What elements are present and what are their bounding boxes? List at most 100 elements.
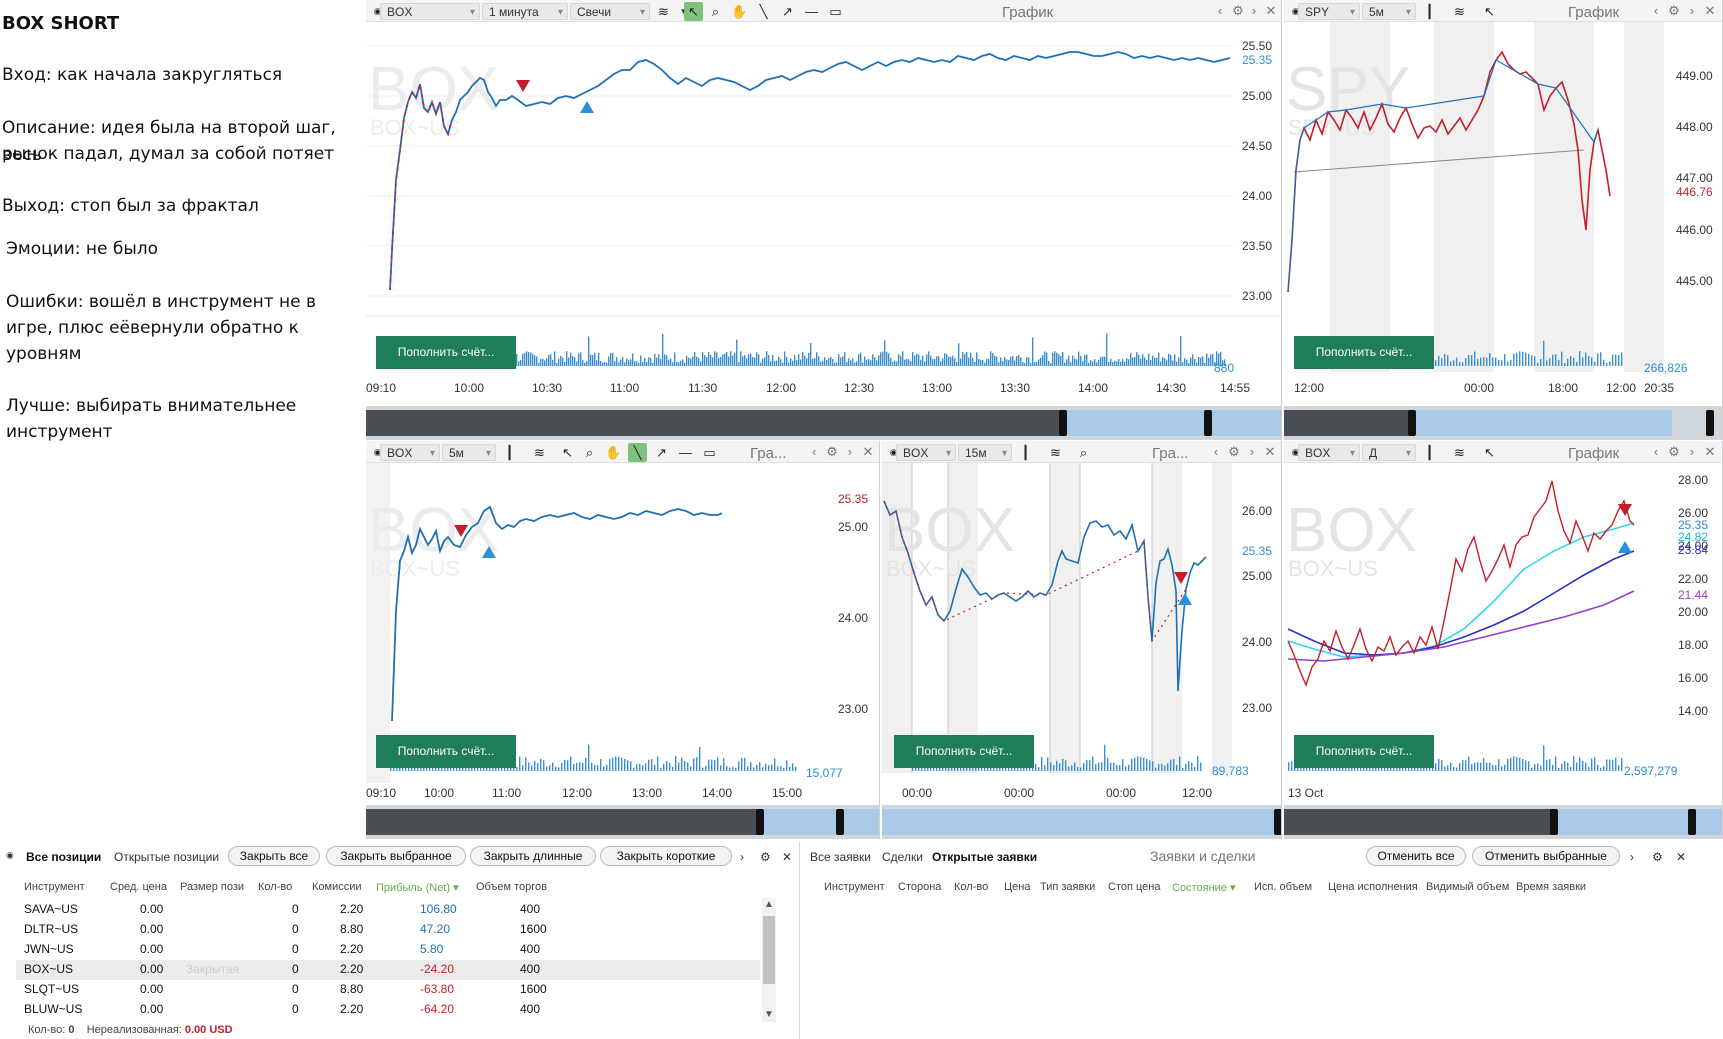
navigator-handle-left[interactable] <box>1059 410 1067 436</box>
volume-bar <box>764 357 766 366</box>
navigator-window[interactable] <box>760 809 879 835</box>
navigator-window[interactable] <box>882 809 1281 835</box>
column-header-qty[interactable]: Кол-во <box>258 881 292 893</box>
navigator-handle-right[interactable] <box>1274 809 1281 835</box>
scroll-up-icon[interactable]: ▲ <box>762 898 776 912</box>
navigator-scrollbar[interactable] <box>1284 406 1722 440</box>
close-short-button[interactable]: Закрыть короткие <box>600 846 732 866</box>
y-tick: 449.00 <box>1676 69 1713 83</box>
chart-canvas[interactable]: BOX BOX~US 25.00 24.00 23.00 25.35 15,07… <box>366 441 880 839</box>
column-header-profit-net[interactable]: Прибыль (Net) ▾ <box>376 881 459 894</box>
column-header-volume[interactable]: Объем торгов <box>476 881 547 893</box>
column-header-commission[interactable]: Комиссии <box>312 881 362 893</box>
navigator-window[interactable] <box>1062 410 1281 436</box>
chart-pane-box-daily[interactable]: ◉ BOX Д ┃ ≋ ↖ График ‹ ⚙ › ✕ BOX BOX~US … <box>1284 441 1723 839</box>
chart-canvas[interactable]: SPY SPY~US 449.00 448.00 447.00 446.00 4… <box>1284 0 1723 440</box>
table-row[interactable] <box>16 900 760 920</box>
column-header-order-type[interactable]: Тип заявки <box>1040 881 1095 893</box>
deposit-button[interactable]: Пополнить счёт... <box>1294 336 1434 369</box>
chart-pane-box-1m[interactable]: ◉ BOX 1 минута Свечи ≋ ▾ ↖ ⌕ ✋ ╲ ↗ — ▭ Г… <box>366 0 1282 440</box>
navigator-scrollbar[interactable] <box>366 805 879 839</box>
navigator-scrollbar[interactable] <box>366 406 1281 440</box>
column-header-side[interactable]: Сторона <box>898 881 941 893</box>
volume-bar <box>1191 762 1193 771</box>
volume-bar <box>783 767 785 771</box>
tab-open-orders[interactable]: Открытые заявки <box>932 850 1037 864</box>
column-header-price[interactable]: Цена <box>1004 881 1030 893</box>
column-header-avg-price[interactable]: Сред. цена <box>110 881 167 893</box>
volume-bar <box>675 756 677 771</box>
deposit-button[interactable]: Пополнить счёт... <box>1294 735 1434 768</box>
y-tick: 445.00 <box>1676 274 1713 288</box>
deposit-button[interactable]: Пополнить счёт... <box>376 336 516 369</box>
x-tick: 13:30 <box>1000 381 1030 395</box>
column-header-instrument[interactable]: Инструмент <box>24 881 85 893</box>
chevron-right-icon[interactable]: › <box>740 850 744 864</box>
navigator-handle-right[interactable] <box>836 809 844 835</box>
close-icon[interactable]: ✕ <box>1676 850 1686 864</box>
volume-bar <box>1603 766 1605 771</box>
cancel-all-button[interactable]: Отменить все <box>1366 846 1466 866</box>
x-tick: 10:00 <box>424 786 454 800</box>
chart-canvas[interactable]: BOX BOX~US 26.00 25.00 24.00 23.00 25.35… <box>882 441 1282 839</box>
table-row[interactable] <box>16 940 760 960</box>
column-header-position-size[interactable]: Размер пози <box>180 881 244 893</box>
column-header-qty[interactable]: Кол-во <box>954 881 988 893</box>
close-long-button[interactable]: Закрыть длинные <box>470 846 596 866</box>
volume-bar <box>822 361 824 366</box>
gear-icon[interactable]: ⚙ <box>760 850 771 864</box>
column-header-visible-volume[interactable]: Видимый объем <box>1426 881 1509 893</box>
volume-bar <box>681 757 683 771</box>
navigator-handle-right[interactable] <box>1706 410 1714 436</box>
navigator-handle-right[interactable] <box>1688 809 1696 835</box>
navigator-window[interactable] <box>1554 809 1722 835</box>
close-selected-button[interactable]: Закрыть выбранное <box>326 846 466 866</box>
navigator-handle-right[interactable] <box>1204 410 1212 436</box>
tab-all-orders[interactable]: Все заявки <box>810 850 871 864</box>
tab-trades[interactable]: Сделки <box>882 850 923 864</box>
close-all-button[interactable]: Закрыть все <box>228 846 320 866</box>
positions-scrollbar[interactable]: ▲ ▼ <box>762 898 776 1022</box>
deposit-button[interactable]: Пополнить счёт... <box>894 735 1034 768</box>
volume-bar <box>944 353 946 366</box>
gear-icon[interactable]: ⚙ <box>1652 850 1663 864</box>
column-header-filled-volume[interactable]: Исп. объем <box>1254 881 1312 893</box>
cancel-selected-button[interactable]: Отменить выбранные <box>1472 846 1620 866</box>
column-header-fill-price[interactable]: Цена исполнения <box>1328 881 1418 893</box>
navigator-handle-left[interactable] <box>756 809 764 835</box>
volume-bar <box>568 357 570 366</box>
navigator-scrollbar[interactable] <box>882 805 1281 839</box>
chevron-right-icon[interactable]: › <box>1630 850 1634 864</box>
navigator-window[interactable] <box>1412 410 1672 436</box>
table-row[interactable] <box>16 1000 760 1020</box>
volume-bar <box>1130 353 1132 366</box>
volume-bar <box>584 362 586 366</box>
chart-pane-spy-5m[interactable]: ◉ SPY 5м ┃ ≋ ↖ График ‹ ⚙ › ✕ SPY SPY~US… <box>1284 0 1723 440</box>
scroll-thumb[interactable] <box>763 916 775 984</box>
volume-bar <box>732 767 734 771</box>
chart-canvas[interactable]: BOX BOX~US 25.50 25.00 24.50 24.00 23.50… <box>366 0 1282 440</box>
chart-pane-box-15m[interactable]: ◉ BOX 15м ┃ ≋ ⌕ Гра... ‹ ⚙ › ✕ <box>882 441 1282 839</box>
chart-pane-box-5m[interactable]: ◉ BOX 5м ┃ ≋ ↖ ⌕ ✋ ╲ ↗ — ▭ Гра... ‹ ⚙ › … <box>366 441 880 839</box>
navigator-handle-left[interactable] <box>1550 809 1558 835</box>
column-header-instrument[interactable]: Инструмент <box>824 881 885 893</box>
tab-all-positions[interactable]: Все позиции <box>26 850 101 864</box>
column-header-order-time[interactable]: Время заявки <box>1516 881 1586 893</box>
deposit-button[interactable]: Пополнить счёт... <box>376 735 516 768</box>
column-header-stop-price[interactable]: Стоп цена <box>1108 881 1160 893</box>
tab-open-positions[interactable]: Открытые позиции <box>114 850 219 864</box>
close-icon[interactable]: ✕ <box>782 850 792 864</box>
table-row[interactable] <box>16 920 760 940</box>
scroll-down-icon[interactable]: ▼ <box>762 1008 776 1022</box>
table-row[interactable] <box>16 980 760 1000</box>
volume-bar <box>654 764 656 771</box>
volume-bar <box>1065 760 1067 771</box>
volume-bar <box>1016 355 1018 366</box>
volume-bar <box>1501 766 1503 771</box>
navigator-handle-left[interactable] <box>1408 410 1416 436</box>
volume-bar <box>1089 760 1091 771</box>
chart-canvas[interactable]: BOX BOX~US 28.00 26.00 24.00 22.00 20.00… <box>1284 441 1723 839</box>
column-header-status[interactable]: Состояние ▾ <box>1172 881 1235 894</box>
navigator-scrollbar[interactable] <box>1284 805 1722 839</box>
table-row[interactable] <box>16 960 760 980</box>
